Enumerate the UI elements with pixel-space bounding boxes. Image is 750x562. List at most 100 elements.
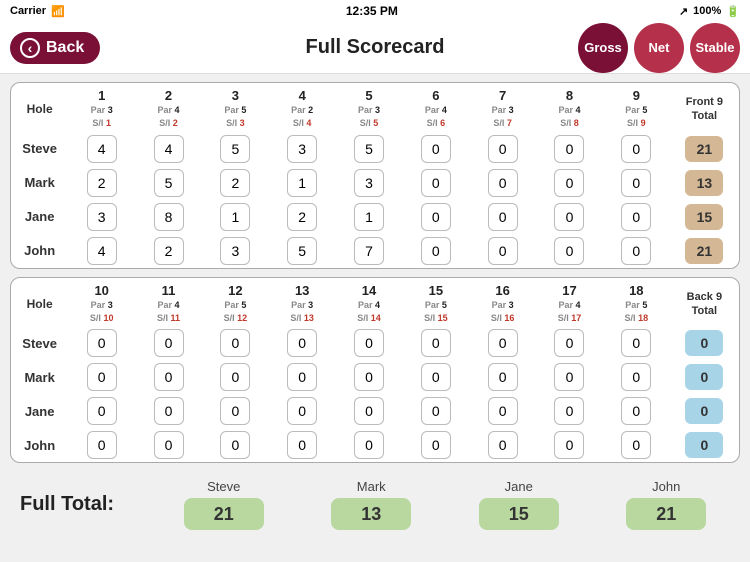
score-cell: 0 bbox=[269, 326, 336, 360]
back9-total-cell: 0 bbox=[670, 428, 739, 462]
player-total-jane: Jane 15 bbox=[455, 479, 583, 530]
table-row: Mark 0 0 0 0 0 0 0 0 0 0 bbox=[11, 360, 739, 394]
score-cell: 4 bbox=[68, 132, 135, 166]
score-cell: 0 bbox=[336, 326, 403, 360]
tab-stable[interactable]: Stable bbox=[690, 23, 740, 73]
hole-13-header: 13 Par 3 S/I 13 bbox=[269, 278, 336, 327]
score-cell: 0 bbox=[536, 200, 603, 234]
hole-17-header: 17 Par 4 S/I 17 bbox=[536, 278, 603, 327]
front9-total-cell: 15 bbox=[670, 200, 739, 234]
location-icon: ↗ bbox=[679, 5, 688, 18]
full-total-label: Full Total: bbox=[20, 493, 140, 516]
hole-8-header: 8 Par 4 S/I 8 bbox=[536, 83, 603, 132]
hole-14-header: 14 Par 4 S/I 14 bbox=[336, 278, 403, 327]
page-header: ‹ Back Full Scorecard Gross Net Stable bbox=[0, 22, 750, 74]
front9-total-cell: 13 bbox=[670, 166, 739, 200]
player-total-value: 21 bbox=[626, 498, 706, 530]
back-button[interactable]: ‹ Back bbox=[10, 32, 100, 64]
score-cell: 0 bbox=[536, 166, 603, 200]
player-name: Jane bbox=[11, 394, 68, 428]
score-cell: 1 bbox=[269, 166, 336, 200]
main-content: Hole 1 Par 3 S/I 1 2 Par 4 S/I 2 bbox=[0, 74, 750, 544]
player-total-john: John 21 bbox=[603, 479, 731, 530]
score-cell: 5 bbox=[135, 166, 202, 200]
hole-15-header: 15 Par 5 S/I 15 bbox=[402, 278, 469, 327]
score-cell: 0 bbox=[269, 394, 336, 428]
score-cell: 0 bbox=[68, 394, 135, 428]
player-total-name: John bbox=[652, 479, 680, 494]
score-cell: 1 bbox=[336, 200, 403, 234]
score-cell: 0 bbox=[402, 326, 469, 360]
player-name: John bbox=[11, 234, 68, 268]
score-cell: 0 bbox=[469, 132, 536, 166]
table-row: Mark 2 5 2 1 3 0 0 0 0 13 bbox=[11, 166, 739, 200]
table-row: Jane 0 0 0 0 0 0 0 0 0 0 bbox=[11, 394, 739, 428]
score-cell: 0 bbox=[469, 428, 536, 462]
score-cell: 0 bbox=[402, 166, 469, 200]
score-cell: 0 bbox=[469, 166, 536, 200]
score-cell: 1 bbox=[202, 200, 269, 234]
player-name: Jane bbox=[11, 200, 68, 234]
score-cell: 0 bbox=[269, 360, 336, 394]
score-cell: 0 bbox=[135, 326, 202, 360]
score-cell: 0 bbox=[603, 326, 670, 360]
player-total-name: Jane bbox=[505, 479, 533, 494]
hole-16-header: 16 Par 3 S/I 16 bbox=[469, 278, 536, 327]
score-cell: 0 bbox=[469, 200, 536, 234]
score-cell: 0 bbox=[135, 428, 202, 462]
hole-2-header: 2 Par 4 S/I 2 bbox=[135, 83, 202, 132]
time-display: 12:35 PM bbox=[346, 4, 398, 18]
score-cell: 0 bbox=[202, 360, 269, 394]
score-cell: 0 bbox=[202, 326, 269, 360]
page-title: Full Scorecard bbox=[306, 36, 445, 59]
score-cell: 0 bbox=[202, 428, 269, 462]
back9-total-header: Back 9Total bbox=[670, 278, 739, 327]
hole-6-header: 6 Par 4 S/I 6 bbox=[402, 83, 469, 132]
hole-11-header: 11 Par 4 S/I 11 bbox=[135, 278, 202, 327]
score-cell: 4 bbox=[135, 132, 202, 166]
tab-gross[interactable]: Gross bbox=[578, 23, 628, 73]
score-cell: 2 bbox=[135, 234, 202, 268]
score-cell: 0 bbox=[469, 234, 536, 268]
score-cell: 0 bbox=[402, 394, 469, 428]
score-cell: 7 bbox=[336, 234, 403, 268]
score-cell: 0 bbox=[536, 234, 603, 268]
player-name: John bbox=[11, 428, 68, 462]
front9-table: Hole 1 Par 3 S/I 1 2 Par 4 S/I 2 bbox=[11, 83, 739, 268]
hole-10-header: 10 Par 3 S/I 10 bbox=[68, 278, 135, 327]
score-cell: 2 bbox=[68, 166, 135, 200]
table-row: Steve 0 0 0 0 0 0 0 0 0 0 bbox=[11, 326, 739, 360]
status-left: Carrier 📶 bbox=[10, 5, 65, 18]
player-total-mark: Mark 13 bbox=[308, 479, 436, 530]
status-right: ↗ 100% 🔋 bbox=[679, 5, 740, 18]
score-cell: 0 bbox=[68, 428, 135, 462]
back9-total-cell: 0 bbox=[670, 360, 739, 394]
carrier-label: Carrier bbox=[10, 5, 46, 17]
player-name: Steve bbox=[11, 132, 68, 166]
hole-3-header: 3 Par 5 S/I 3 bbox=[202, 83, 269, 132]
score-cell: 4 bbox=[68, 234, 135, 268]
score-cell: 0 bbox=[135, 360, 202, 394]
score-cell: 3 bbox=[336, 166, 403, 200]
tab-net[interactable]: Net bbox=[634, 23, 684, 73]
score-cell: 0 bbox=[68, 326, 135, 360]
back-chevron-icon: ‹ bbox=[20, 38, 40, 58]
front9-section: Hole 1 Par 3 S/I 1 2 Par 4 S/I 2 bbox=[10, 82, 740, 269]
front9-total-header: Front 9Total bbox=[670, 83, 739, 132]
score-cell: 5 bbox=[202, 132, 269, 166]
score-cell: 0 bbox=[469, 326, 536, 360]
score-cell: 5 bbox=[336, 132, 403, 166]
score-cell: 5 bbox=[269, 234, 336, 268]
score-cell: 0 bbox=[402, 234, 469, 268]
score-cell: 0 bbox=[603, 166, 670, 200]
table-row: Steve 4 4 5 3 5 0 0 0 0 21 bbox=[11, 132, 739, 166]
player-name: Mark bbox=[11, 166, 68, 200]
score-cell: 2 bbox=[202, 166, 269, 200]
score-cell: 0 bbox=[536, 394, 603, 428]
score-cell: 2 bbox=[269, 200, 336, 234]
score-cell: 0 bbox=[469, 360, 536, 394]
hole-4-header: 4 Par 2 S/I 4 bbox=[269, 83, 336, 132]
score-cell: 0 bbox=[603, 200, 670, 234]
player-name: Mark bbox=[11, 360, 68, 394]
tab-group: Gross Net Stable bbox=[578, 23, 740, 73]
